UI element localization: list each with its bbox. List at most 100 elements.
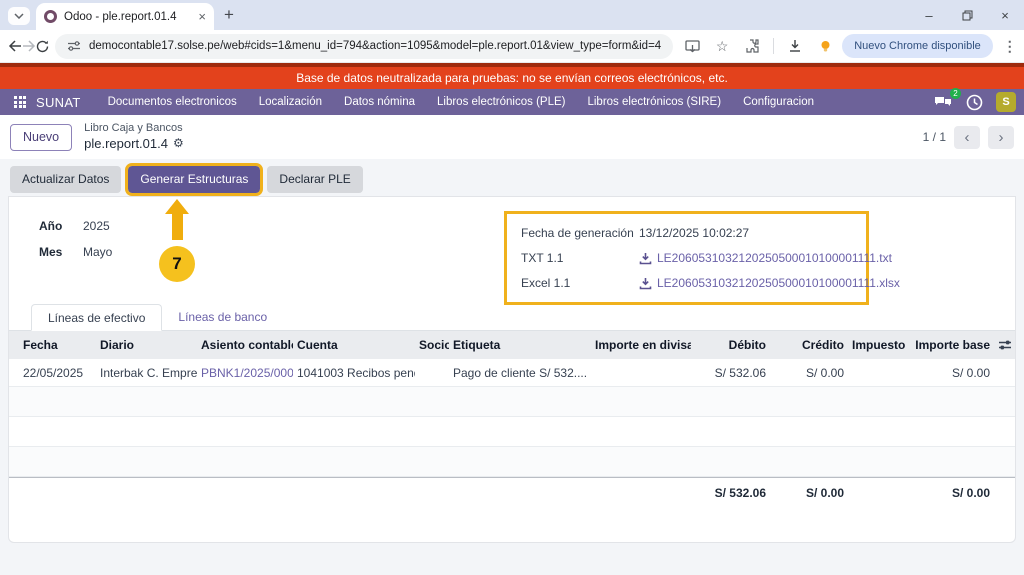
txt-file-name: LE2060531032120250500010100001111.txt — [657, 251, 892, 265]
alert-dot-button[interactable] — [812, 33, 838, 59]
txt-file-field: TXT 1.1 LE206053103212025050001010000111… — [521, 251, 852, 265]
window-controls: – × — [910, 0, 1024, 30]
url-text: democontable17.solse.pe/web#cids=1&menu_… — [89, 40, 661, 52]
breadcrumb-parent[interactable]: Libro Caja y Bancos — [84, 122, 184, 136]
activities-button[interactable] — [966, 92, 986, 112]
gear-icon[interactable]: ⚙ — [173, 136, 184, 151]
back-icon — [8, 40, 22, 52]
total-credito: S/ 0.00 — [770, 486, 848, 500]
cell-etiqueta[interactable]: Pago de cliente S/ 532.... — [449, 366, 591, 380]
notebook-tabs: Líneas de efectivo Líneas de banco — [9, 304, 1015, 331]
forward-button[interactable] — [22, 33, 36, 59]
pager-previous-button[interactable]: ‹ — [954, 126, 980, 149]
app-brand[interactable]: SUNAT — [36, 95, 81, 110]
year-label: Año — [39, 219, 75, 233]
menu-documentos-electronicos[interactable]: Documentos electronicos — [99, 89, 246, 115]
cell-fecha[interactable]: 22/05/2025 — [9, 366, 96, 380]
header-debito[interactable]: Débito — [691, 338, 770, 352]
odoo-favicon-icon — [44, 10, 57, 23]
txt-download-link[interactable]: LE2060531032120250500010100001111.txt — [639, 251, 892, 265]
generation-date-field: Fecha de generación 13/12/2025 10:02:27 — [521, 226, 852, 240]
extensions-button[interactable] — [739, 33, 765, 59]
header-fecha[interactable]: Fecha — [9, 338, 96, 352]
new-record-button[interactable]: Nuevo — [10, 124, 72, 151]
cell-credito[interactable]: S/ 0.00 — [770, 366, 848, 380]
annotation-callout-7: 7 — [157, 199, 197, 282]
tab-close-icon[interactable]: × — [198, 10, 206, 23]
generar-estructuras-button[interactable]: Generar Estructuras — [128, 166, 260, 193]
cell-cuenta[interactable]: 1041003 Recibos pendi… — [293, 366, 415, 380]
header-importe-base[interactable]: Importe base — [911, 338, 994, 352]
chat-bubbles-icon — [934, 95, 952, 110]
puzzle-icon — [745, 39, 759, 53]
actualizar-datos-button[interactable]: Actualizar Datos — [10, 166, 121, 193]
minimize-button[interactable]: – — [910, 0, 948, 30]
column-options-button[interactable] — [998, 339, 1012, 351]
chevron-down-icon — [14, 13, 24, 19]
browser-tab[interactable]: Odoo - ple.report.01.4 × — [36, 3, 214, 30]
reload-icon — [36, 40, 49, 53]
site-settings-icon — [67, 40, 81, 52]
save-to-device-button[interactable] — [679, 33, 705, 59]
bookmark-star-button[interactable]: ☆ — [709, 33, 735, 59]
menu-configuracion[interactable]: Configuracion — [734, 89, 823, 115]
month-value[interactable]: Mayo — [83, 245, 112, 259]
cell-diario[interactable]: Interbak C. Empresa — [96, 366, 197, 380]
cell-asiento-contable[interactable]: PBNK1/2025/00016 — [197, 366, 293, 380]
notebook: Líneas de efectivo Líneas de banco Fecha… — [9, 304, 1015, 507]
banner-text: Base de datos neutralizada para pruebas:… — [296, 71, 728, 85]
tab-search-button[interactable] — [8, 7, 30, 25]
header-credito[interactable]: Crédito — [770, 338, 848, 352]
menu-libros-sire[interactable]: Libros electrónicos (SIRE) — [578, 89, 730, 115]
declarar-ple-button[interactable]: Declarar PLE — [267, 166, 362, 193]
cast-icon — [685, 40, 700, 53]
tab-lineas-de-banco[interactable]: Líneas de banco — [162, 304, 283, 330]
database-neutralized-banner: Base de datos neutralizada para pruebas:… — [0, 63, 1024, 89]
tab-title: Odoo - ple.report.01.4 — [64, 11, 191, 23]
header-socio[interactable]: Socio — [415, 338, 449, 352]
empty-row — [9, 417, 1015, 447]
restore-button[interactable] — [948, 0, 986, 30]
pager-count: 1 / 1 — [923, 130, 946, 144]
cell-importe-base[interactable]: S/ 0.00 — [911, 366, 994, 380]
tab-lineas-de-efectivo[interactable]: Líneas de efectivo — [31, 304, 162, 331]
table-row[interactable]: 22/05/2025 Interbak C. Empresa PBNK1/202… — [9, 359, 1015, 387]
apps-menu-button[interactable] — [8, 91, 32, 113]
messages-badge: 2 — [950, 88, 961, 99]
year-value[interactable]: 2025 — [83, 219, 110, 233]
cell-debito[interactable]: S/ 532.06 — [691, 366, 770, 380]
clock-icon — [966, 94, 983, 111]
header-etiqueta[interactable]: Etiqueta — [449, 338, 591, 352]
menu-libros-ple[interactable]: Libros electrónicos (PLE) — [428, 89, 574, 115]
excel-download-link[interactable]: LE2060531032120250500010100001111.xlsx — [639, 276, 900, 290]
txt-label: TXT 1.1 — [521, 251, 639, 265]
downloads-button[interactable] — [782, 33, 808, 59]
header-asiento-contable[interactable]: Asiento contable — [197, 338, 293, 352]
chevron-right-icon: › — [999, 129, 1004, 146]
user-avatar[interactable]: S — [996, 92, 1016, 112]
period-fields: Año 2025 Mes Mayo — [39, 219, 112, 271]
reload-button[interactable] — [36, 33, 49, 59]
header-cuenta[interactable]: Cuenta — [293, 338, 415, 352]
messages-button[interactable]: 2 — [934, 92, 956, 112]
star-icon: ☆ — [716, 38, 729, 55]
header-diario[interactable]: Diario — [96, 338, 197, 352]
close-window-button[interactable]: × — [986, 0, 1024, 30]
new-tab-button[interactable]: + — [224, 6, 234, 23]
excel-file-name: LE2060531032120250500010100001111.xlsx — [657, 276, 900, 290]
month-field: Mes Mayo — [39, 245, 112, 259]
chrome-update-pill[interactable]: Nuevo Chrome disponible — [842, 34, 993, 58]
header-importe-en-divisa[interactable]: Importe en divisa — [591, 338, 691, 352]
record-name: ple.report.01.4 — [84, 136, 168, 152]
browser-menu-icon[interactable]: ⋮ — [997, 38, 1023, 55]
empty-row — [9, 387, 1015, 417]
excel-file-field: Excel 1.1 LE2060531032120250500010100001… — [521, 276, 852, 290]
back-button[interactable] — [8, 33, 22, 59]
menu-localizacion[interactable]: Localización — [250, 89, 331, 115]
pager-next-button[interactable]: › — [988, 126, 1014, 149]
url-bar[interactable]: democontable17.solse.pe/web#cids=1&menu_… — [55, 34, 673, 59]
browser-tab-strip: Odoo - ple.report.01.4 × + – × — [0, 0, 1024, 30]
record-pager: 1 / 1 ‹ › — [923, 126, 1014, 149]
header-impuesto[interactable]: Impuesto — [848, 338, 911, 352]
menu-datos-nomina[interactable]: Datos nómina — [335, 89, 424, 115]
